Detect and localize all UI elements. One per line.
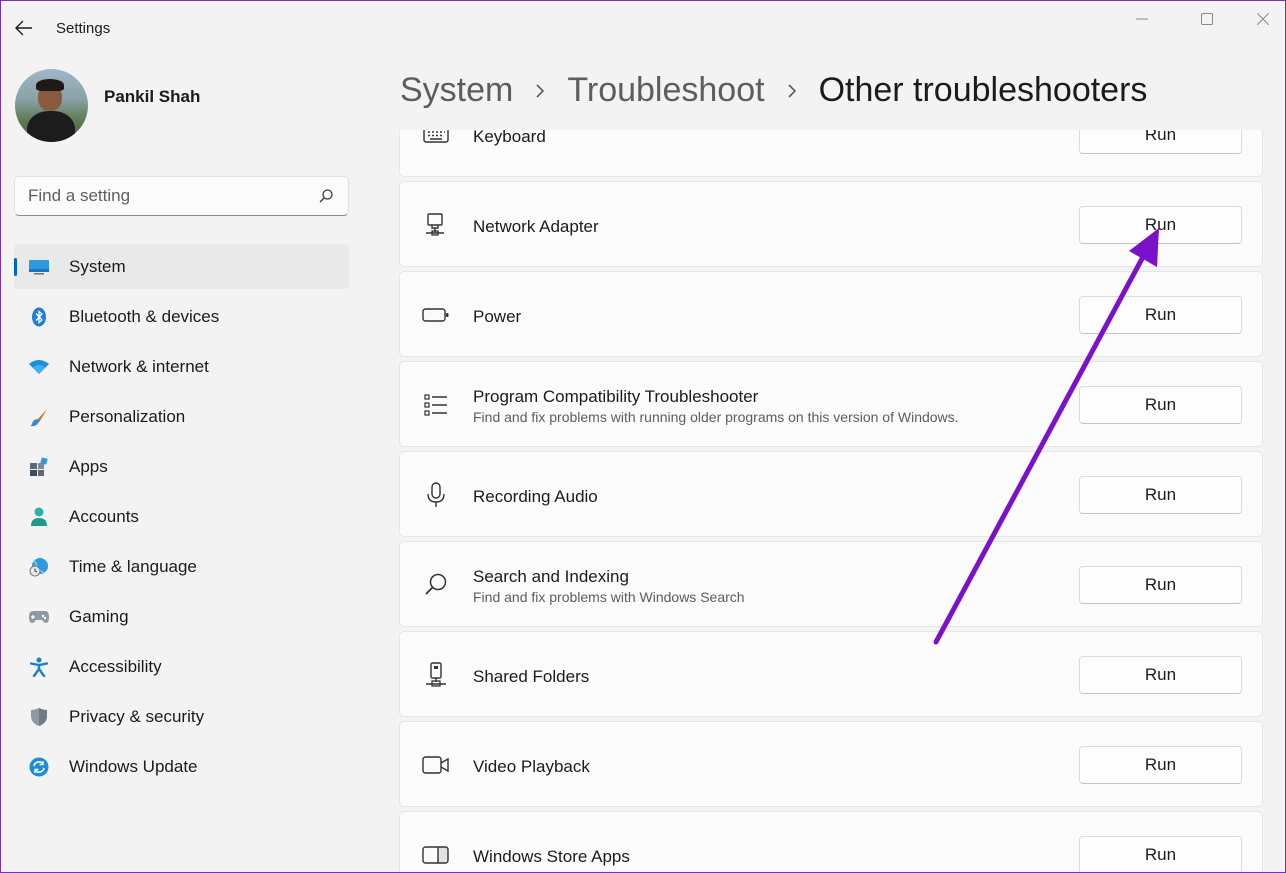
troubleshooter-title: Network Adapter: [473, 217, 599, 236]
troubleshooter-title: Power: [473, 307, 522, 326]
person-icon: [28, 506, 50, 528]
breadcrumb-system[interactable]: System: [400, 71, 513, 110]
sidebar-item-label: Apps: [69, 456, 108, 476]
troubleshooter-title: Recording Audio: [473, 487, 598, 506]
sidebar-item-label: Accessibility: [69, 656, 162, 676]
apps-icon: [28, 456, 50, 478]
shared-folder-icon: [422, 661, 450, 689]
sidebar-item-label: Windows Update: [69, 756, 198, 776]
sidebar-item-label: Accounts: [69, 506, 139, 526]
troubleshooter-title: Windows Store Apps: [473, 847, 630, 866]
sidebar-item-label: Time & language: [69, 556, 197, 576]
troubleshooter-list: Keyboard Run Network Adapter Run Power R…: [399, 130, 1263, 872]
run-button-search-indexing[interactable]: Run: [1079, 566, 1242, 604]
run-button-program-compatibility[interactable]: Run: [1079, 386, 1242, 424]
maximize-button[interactable]: [1184, 5, 1230, 33]
troubleshooter-title: Program Compatibility Troubleshooter: [473, 387, 759, 406]
sidebar-item-bluetooth[interactable]: Bluetooth & devices: [14, 294, 349, 339]
system-icon: [28, 256, 50, 278]
user-profile[interactable]: Pankil Shah: [15, 69, 200, 142]
troubleshooter-card-windows-store-apps: Windows Store Apps Run: [399, 811, 1263, 872]
keyboard-icon: [422, 130, 450, 149]
sidebar-item-label: Bluetooth & devices: [69, 306, 220, 326]
troubleshooter-title: Search and Indexing: [473, 567, 629, 586]
list-icon: [422, 391, 450, 419]
close-button[interactable]: [1240, 5, 1285, 33]
video-camera-icon: [422, 751, 450, 779]
minimize-button[interactable]: [1119, 5, 1165, 33]
page-title: Other troubleshooters: [818, 71, 1148, 109]
troubleshooter-title: Keyboard: [473, 130, 546, 146]
sidebar-item-network[interactable]: Network & internet: [14, 344, 349, 389]
troubleshooter-description: Find and fix problems with Windows Searc…: [473, 589, 745, 605]
sidebar-item-system[interactable]: System: [14, 244, 349, 289]
sidebar-item-label: Network & internet: [69, 356, 209, 376]
sidebar-item-apps[interactable]: Apps: [14, 444, 349, 489]
sidebar-item-privacy[interactable]: Privacy & security: [14, 694, 349, 739]
avatar: [15, 69, 88, 142]
minimize-icon: [1136, 18, 1148, 20]
bluetooth-icon: [28, 306, 50, 328]
globe-clock-icon: [28, 556, 50, 578]
accessibility-icon: [28, 656, 50, 678]
sidebar-item-accessibility[interactable]: Accessibility: [14, 644, 349, 689]
settings-window: Settings Pankil Shah Find a setting Syst…: [0, 0, 1286, 873]
run-button-power[interactable]: Run: [1079, 296, 1242, 334]
shield-icon: [28, 706, 50, 728]
store-app-icon: [422, 841, 450, 869]
run-button-network-adapter[interactable]: Run: [1079, 206, 1242, 244]
title-bar: Settings: [1, 1, 1285, 57]
run-button-video-playback[interactable]: Run: [1079, 746, 1242, 784]
sidebar-item-accounts[interactable]: Accounts: [14, 494, 349, 539]
wifi-icon: [28, 356, 50, 378]
troubleshooter-card-video-playback: Video Playback Run: [399, 721, 1263, 807]
sidebar-item-label: Gaming: [69, 606, 129, 626]
breadcrumb: System Troubleshoot Other troubleshooter…: [400, 71, 1147, 110]
profile-name: Pankil Shah: [104, 86, 201, 106]
run-button-keyboard[interactable]: Run: [1079, 130, 1242, 154]
troubleshooter-card-shared-folders: Shared Folders Run: [399, 631, 1263, 717]
troubleshooter-card-recording-audio: Recording Audio Run: [399, 451, 1263, 537]
gamepad-icon: [28, 606, 50, 628]
run-button-windows-store-apps[interactable]: Run: [1079, 836, 1242, 872]
troubleshooter-card-network-adapter: Network Adapter Run: [399, 181, 1263, 267]
troubleshooter-card-search-indexing: Search and Indexing Find and fix problem…: [399, 541, 1263, 627]
sidebar-item-personalization[interactable]: Personalization: [14, 394, 349, 439]
sidebar-nav: System Bluetooth & devices Network & int…: [14, 244, 349, 794]
close-icon: [1257, 13, 1269, 25]
app-title: Settings: [56, 20, 111, 37]
sidebar-item-label: Privacy & security: [69, 706, 205, 726]
update-icon: [28, 756, 50, 778]
chevron-right-icon: [787, 83, 797, 99]
sidebar-item-label: Personalization: [69, 406, 186, 426]
sidebar-item-gaming[interactable]: Gaming: [14, 594, 349, 639]
back-button[interactable]: [11, 15, 37, 41]
sidebar-item-time-language[interactable]: Time & language: [14, 544, 349, 589]
search-icon: [422, 571, 450, 599]
network-adapter-icon: [422, 211, 450, 239]
search-icon[interactable]: [318, 188, 334, 204]
sidebar-item-windows-update[interactable]: Windows Update: [14, 744, 349, 789]
breadcrumb-troubleshoot[interactable]: Troubleshoot: [567, 71, 764, 110]
troubleshooter-card-keyboard: Keyboard Run: [399, 130, 1263, 177]
run-button-recording-audio[interactable]: Run: [1079, 476, 1242, 514]
troubleshooter-card-program-compatibility: Program Compatibility Troubleshooter Fin…: [399, 361, 1263, 447]
back-arrow-icon: [15, 20, 32, 36]
microphone-icon: [422, 481, 450, 509]
troubleshooter-card-power: Power Run: [399, 271, 1263, 357]
run-button-shared-folders[interactable]: Run: [1079, 656, 1242, 694]
troubleshooter-title: Shared Folders: [473, 667, 590, 686]
chevron-right-icon: [535, 83, 545, 99]
brush-icon: [28, 406, 50, 428]
troubleshooter-description: Find and fix problems with running older…: [473, 409, 959, 425]
maximize-icon: [1201, 13, 1213, 25]
search-input[interactable]: [15, 177, 348, 215]
search-box[interactable]: [14, 176, 349, 216]
troubleshooter-title: Video Playback: [473, 757, 590, 776]
sidebar-item-label: System: [69, 256, 126, 276]
battery-icon: [422, 301, 450, 329]
